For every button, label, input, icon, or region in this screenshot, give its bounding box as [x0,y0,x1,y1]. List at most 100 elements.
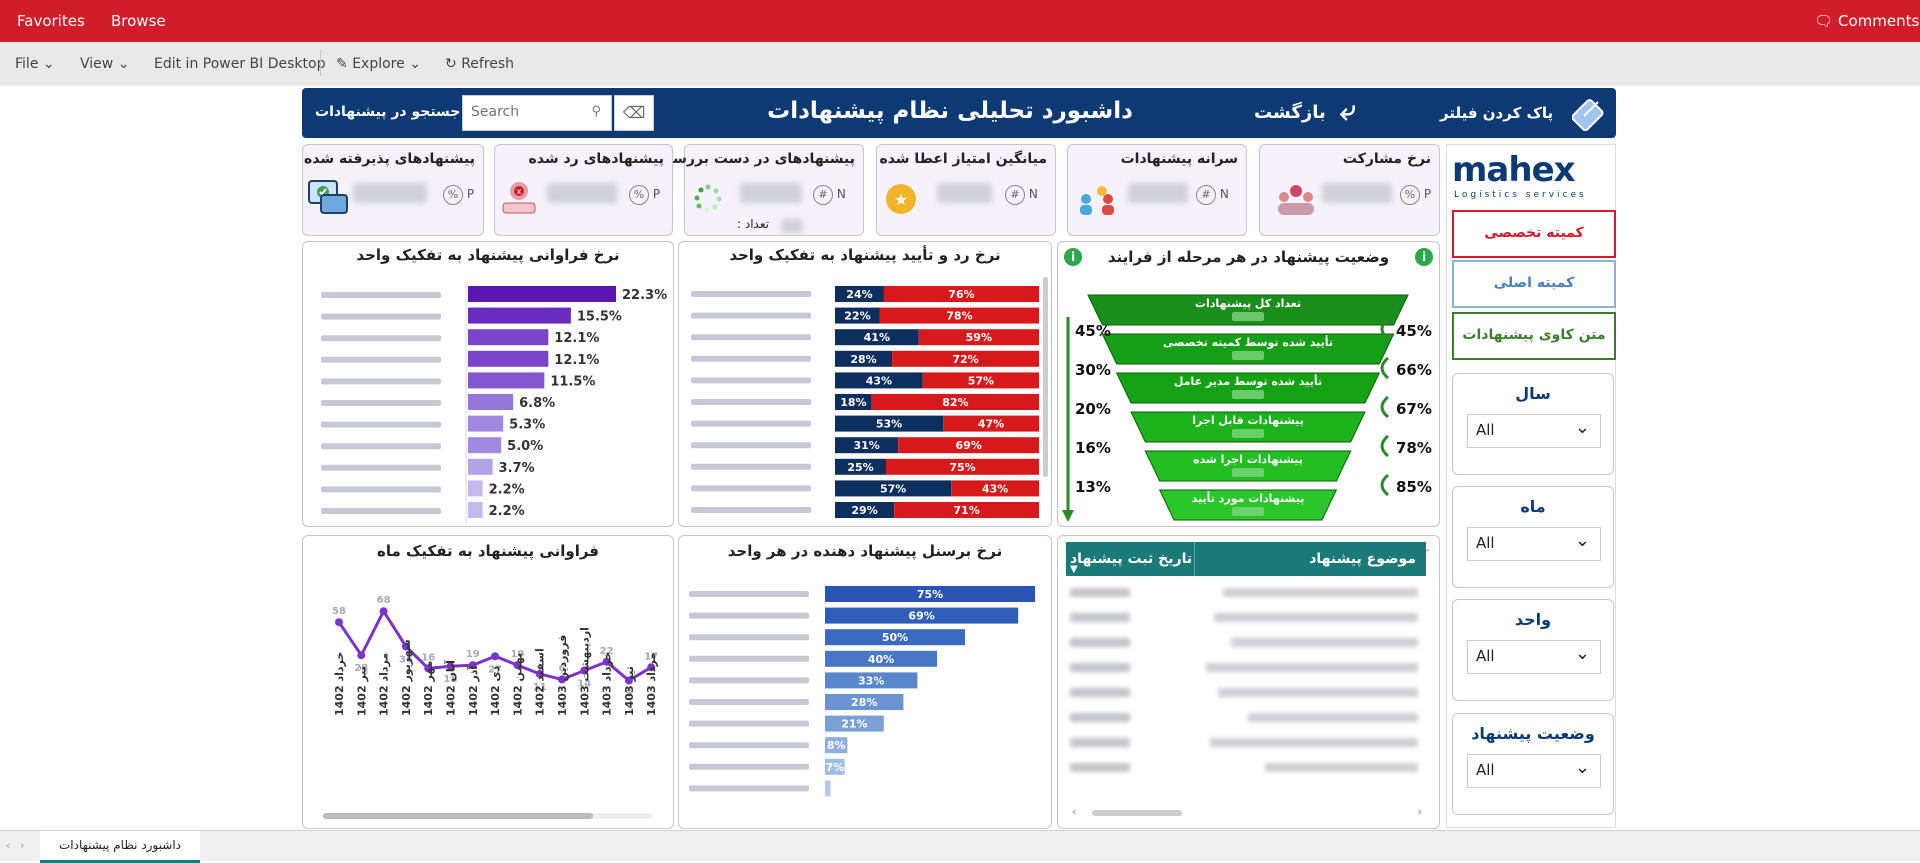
main-committee-button[interactable]: کمیته اصلی [1452,260,1616,308]
logo-text: mahex [1452,150,1576,190]
back-button[interactable]: بازگشت ⤶ [1248,94,1378,132]
search-box[interactable]: ⚲ [462,95,612,131]
chevron-left-icon[interactable]: ‹ [1072,805,1076,818]
data-point [335,618,343,627]
month-label: بهمن 1402 [511,653,524,716]
step-percent: 45% [1396,322,1432,340]
kpi-value-hidden [1128,183,1188,203]
month-label: آبان 1402 [444,660,458,716]
kpi-title: پیشنهادهای پذیرفته شده [304,151,475,167]
eraser-button[interactable]: ⌫ [614,95,654,131]
category-label-hidden [689,591,809,597]
slicer-month: ماه All ⌄ [1452,486,1614,588]
comments-button[interactable]: Comments [1838,12,1919,30]
edit-in-desktop-button[interactable]: Edit in Power BI Desktop [154,56,325,72]
reject-label: 78% [946,310,972,323]
chevron-down-icon: ⌄ [1574,417,1590,438]
data-label: 8% [827,739,846,752]
subject-cell-hidden [1209,738,1418,747]
column-header-date[interactable]: تاریخ ثبت پیشنهاد [1070,551,1192,567]
category-label-hidden [691,399,811,405]
clear-filter-label: پاک کردن فیلتر [1440,104,1554,122]
step-percent: 67% [1396,400,1432,418]
horizontal-scrollbar[interactable] [323,813,653,819]
category-label-hidden [321,335,441,342]
specialized-committee-button[interactable]: کمیته تخصصی [1452,210,1616,258]
table-row[interactable] [1066,682,1422,704]
vertical-scrollbar[interactable]: ˄ [1425,542,1435,802]
slicer-title: واحد [1514,610,1552,629]
kpi-badge: % P [1400,185,1431,205]
bar [468,329,549,346]
sort-descending-icon[interactable]: ▼ [1070,564,1078,575]
search-input[interactable] [469,103,583,121]
dashboard-header: جستجو در پیشنهادات ⚲ ⌫ داشبورد تحلیلی نظ… [302,88,1616,138]
logo-subtext: Logistics services [1454,190,1587,200]
reject-label: 71% [953,504,979,517]
bar [468,415,504,432]
accept-label: 57% [880,482,906,495]
table-row[interactable] [1066,632,1422,654]
status-dropdown[interactable]: All ⌄ [1467,754,1601,788]
category-label-hidden [321,313,441,320]
scrollbar-thumb[interactable] [323,813,593,819]
stage-value-hidden [1232,429,1264,438]
table-row[interactable] [1066,582,1422,604]
favorites-link[interactable]: Favorites [17,12,85,30]
refresh-button[interactable]: ↻ Refresh [445,56,514,72]
subject-cell-hidden [1218,688,1418,697]
text-mining-button[interactable]: متن کاوی پیشنهادات [1452,312,1616,360]
step-percent: 85% [1396,478,1432,496]
view-menu[interactable]: View ⌄ [80,56,129,72]
data-label: 7% [825,761,844,774]
data-point [491,652,500,661]
scrollbar-thumb [1043,277,1048,477]
file-menu[interactable]: File ⌄ [15,56,55,72]
comments-icon[interactable]: 🗨 [1814,12,1833,30]
reject-label: 75% [949,461,975,474]
chevron-right-icon[interactable]: › [20,839,24,852]
table-row[interactable] [1066,707,1422,729]
month-label: اردیبهشت 1403 [578,627,591,716]
svg-text:★: ★ [894,190,908,209]
data-point [379,607,388,616]
unit-dropdown[interactable]: All ⌄ [1467,640,1601,674]
kpi-value-hidden [1322,183,1392,203]
table-row[interactable] [1066,757,1422,779]
chevron-up-icon[interactable]: ˄ [1425,549,1430,560]
clear-filter-button[interactable]: پاک کردن فیلتر [1434,92,1614,134]
column-header-subject[interactable]: موضوع پیشنهاد [1309,551,1416,567]
month-label: خرداد 1402 [333,652,346,716]
menu-divider [320,50,321,76]
browse-link[interactable]: Browse [111,12,166,30]
scrollbar-thumb[interactable] [1092,810,1182,816]
month-dropdown[interactable]: All ⌄ [1467,527,1601,561]
bar [825,780,831,797]
data-point [357,651,366,660]
category-label-hidden [691,377,811,384]
data-label: 28% [851,696,877,709]
kpi-rejected: پیشنهادهای رد شده x % P [494,144,673,236]
chevron-right-icon[interactable]: › [1418,805,1422,818]
table-row[interactable] [1066,657,1422,679]
panel-unit-frequency: نرخ فراوانی پیشنهاد به تفکیک واحد 22.3% 1… [302,241,674,527]
table-row[interactable] [1066,607,1422,629]
table-row[interactable] [1066,732,1422,754]
date-cell-hidden [1070,713,1130,722]
chevron-left-icon[interactable]: ‹ [6,839,10,852]
page-tab-dashboard[interactable]: داشبورد نظام پیشنهادات [40,831,200,863]
bar [468,394,514,410]
stage-value-hidden [1232,351,1264,360]
reject-label: 82% [942,396,968,409]
category-label-hidden [321,356,441,363]
accept-label: 18% [840,396,866,409]
kpi-value-hidden [547,183,617,203]
kpi-title: سرانه پیشنهادات [1120,151,1238,167]
chevron-down-icon: ⌄ [1574,530,1590,551]
year-dropdown[interactable]: All ⌄ [1467,414,1601,448]
explore-menu[interactable]: ✎ Explore ⌄ [336,56,421,72]
kpi-title: پیشنهادهای رد شده [528,151,664,167]
table-horizontal-scrollbar[interactable]: ‹ › [1072,805,1422,818]
bar [468,437,502,454]
search-icon: ⚲ [591,104,601,119]
